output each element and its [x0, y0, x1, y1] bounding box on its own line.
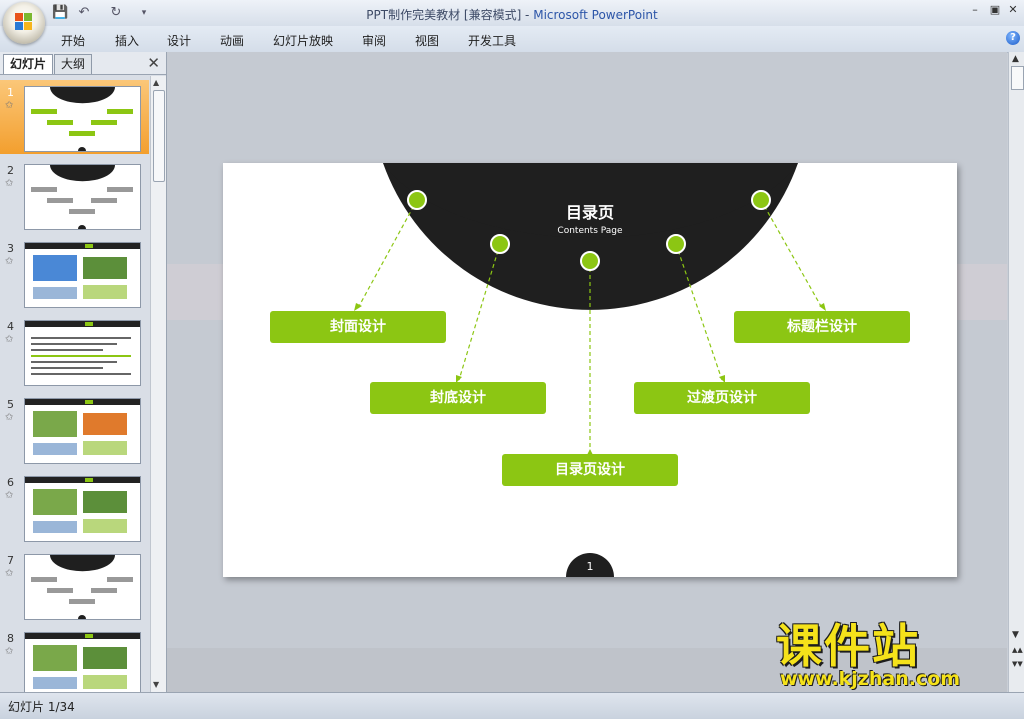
help-icon[interactable]: ? — [1006, 31, 1020, 45]
tab-slide-show[interactable]: 幻灯片放映 — [273, 32, 333, 49]
slide-thumbnail-preview[interactable] — [24, 86, 141, 152]
slide-count-status: 幻灯片 1/34 — [8, 700, 75, 714]
slide-title[interactable]: 目录页 — [223, 199, 957, 223]
document-title: PPT制作完美教材 [兼容模式] - — [366, 8, 534, 22]
scroll-thumb[interactable] — [153, 90, 165, 182]
office-button[interactable] — [3, 2, 45, 44]
thumbnail-graphic — [25, 243, 140, 299]
thumbnail-graphic — [31, 87, 133, 151]
scroll-thumb[interactable] — [1011, 66, 1024, 90]
item-back-cover-design[interactable]: 封底设计 — [370, 382, 546, 414]
tab-slides[interactable]: 幻灯片 — [3, 54, 54, 74]
panel-scrollbar[interactable]: ▲ ▼ — [150, 76, 166, 692]
tab-animations[interactable]: 动画 — [220, 32, 244, 49]
thumbnail-graphic — [31, 165, 133, 229]
current-slide[interactable]: 目录页 Contents Page 封面设计 封底设计 目录页设计 过渡页设计 … — [223, 163, 957, 577]
vertical-scrollbar[interactable]: ▲ ▼ ▲▲ ▼▼ — [1008, 52, 1024, 692]
window-title: PPT制作完美教材 [兼容模式] - Microsoft PowerPoint — [0, 6, 1024, 23]
slide-transition-icon[interactable]: ✩ — [5, 100, 13, 111]
thumbnail-graphic — [25, 477, 140, 533]
close-button[interactable]: ✕ — [1006, 3, 1020, 17]
node-dot — [580, 251, 600, 271]
thumbnail-graphic — [25, 399, 140, 455]
slide-transition-icon[interactable]: ✩ — [5, 256, 13, 267]
slide-page-number: 1 — [586, 560, 594, 573]
scroll-up-icon[interactable]: ▲ — [1012, 54, 1019, 64]
slide-thumbnail[interactable]: 1 ✩ — [0, 80, 149, 154]
slide-thumbnail[interactable]: 2 ✩ — [0, 158, 149, 232]
watermark-logo: 课件站 www.kjzhan.com — [776, 620, 1016, 692]
slide-thumbnail-preview[interactable] — [24, 164, 141, 230]
slide-thumbnail-preview[interactable] — [24, 554, 141, 620]
tab-design[interactable]: 设计 — [167, 32, 191, 49]
slide-thumbnail[interactable]: 3 ✩ — [0, 236, 149, 310]
slide-thumbnail[interactable]: 8 ✩ — [0, 626, 149, 692]
slide-thumbnail[interactable]: 4 ✩ — [0, 314, 149, 388]
slide-transition-icon[interactable]: ✩ — [5, 412, 13, 423]
slide-thumbnail-number: 1 — [7, 86, 14, 99]
status-bar: 幻灯片 1/34 — [0, 692, 1024, 719]
slide-thumbnail-number: 8 — [7, 632, 14, 645]
slide-transition-icon[interactable]: ✩ — [5, 568, 13, 579]
slide-thumbnail-number: 2 — [7, 164, 14, 177]
thumbnail-graphic — [25, 633, 140, 689]
ribbon-tab-bar: 开始 插入 设计 动画 幻灯片放映 审阅 视图 开发工具 ? — [0, 26, 1024, 53]
slides-panel: 幻灯片 大纲 ✕ 1 ✩ 2 ✩ 3 ✩ 4 ✩ 5 ✩ 6 ✩ 7 ✩ 8 ✩ ▲ ▼ — [0, 52, 167, 692]
slide-thumbnail[interactable]: 5 ✩ — [0, 392, 149, 466]
item-contents-design[interactable]: 目录页设计 — [502, 454, 678, 486]
slide-thumbnail-preview[interactable] — [24, 632, 141, 692]
scroll-up-icon[interactable]: ▲ — [153, 78, 159, 87]
title-bar: 💾 ↶ ↻ ▾ PPT制作完美教材 [兼容模式] - Microsoft Pow… — [0, 0, 1024, 26]
slide-thumbnail-preview[interactable] — [24, 398, 141, 464]
slide-thumbnail-preview[interactable] — [24, 242, 141, 308]
application-name: Microsoft PowerPoint — [533, 8, 658, 22]
thumbnail-graphic — [25, 321, 140, 375]
office-logo-icon — [15, 13, 33, 31]
slide-subtitle[interactable]: Contents Page — [223, 226, 957, 236]
thumbnail-graphic — [31, 555, 133, 619]
minimize-button[interactable]: – — [968, 3, 982, 17]
tab-insert[interactable]: 插入 — [115, 32, 139, 49]
close-panel-icon[interactable]: ✕ — [147, 54, 160, 72]
thumbnail-list: 1 ✩ 2 ✩ 3 ✩ 4 ✩ 5 ✩ 6 ✩ 7 ✩ 8 ✩ — [0, 76, 149, 692]
watermark-brand: 课件站 — [776, 619, 920, 673]
slide-thumbnail-preview[interactable] — [24, 476, 141, 542]
slide-thumbnail[interactable]: 6 ✩ — [0, 470, 149, 544]
tab-outline[interactable]: 大纲 — [54, 54, 93, 74]
item-title-bar-design[interactable]: 标题栏设计 — [734, 311, 910, 343]
scroll-down-icon[interactable]: ▼ — [153, 680, 159, 689]
slide-transition-icon[interactable]: ✩ — [5, 334, 13, 345]
node-dot — [490, 234, 510, 254]
tab-review[interactable]: 审阅 — [362, 32, 386, 49]
slide-thumbnail-number: 3 — [7, 242, 14, 255]
slide-thumbnail-number: 6 — [7, 476, 14, 489]
tab-home[interactable]: 开始 — [61, 32, 85, 49]
slide-thumbnail-number: 5 — [7, 398, 14, 411]
tab-view[interactable]: 视图 — [415, 32, 439, 49]
item-transition-design[interactable]: 过渡页设计 — [634, 382, 810, 414]
slide-transition-icon[interactable]: ✩ — [5, 178, 13, 189]
restore-button[interactable]: ▣ — [988, 3, 1002, 17]
item-cover-design[interactable]: 封面设计 — [270, 311, 446, 343]
watermark-url: www.kjzhan.com — [780, 668, 961, 690]
panel-tabs: 幻灯片 大纲 ✕ — [0, 52, 166, 75]
node-dot — [666, 234, 686, 254]
slide-transition-icon[interactable]: ✩ — [5, 646, 13, 657]
slide-thumbnail-number: 7 — [7, 554, 14, 567]
slide-thumbnail-preview[interactable] — [24, 320, 141, 386]
slide-thumbnail[interactable]: 7 ✩ — [0, 548, 149, 622]
slide-thumbnail-number: 4 — [7, 320, 14, 333]
slide-transition-icon[interactable]: ✩ — [5, 490, 13, 501]
slide-editing-area: 目录页 Contents Page 封面设计 封底设计 目录页设计 过渡页设计 … — [167, 52, 1007, 692]
tab-developer[interactable]: 开发工具 — [468, 32, 516, 49]
